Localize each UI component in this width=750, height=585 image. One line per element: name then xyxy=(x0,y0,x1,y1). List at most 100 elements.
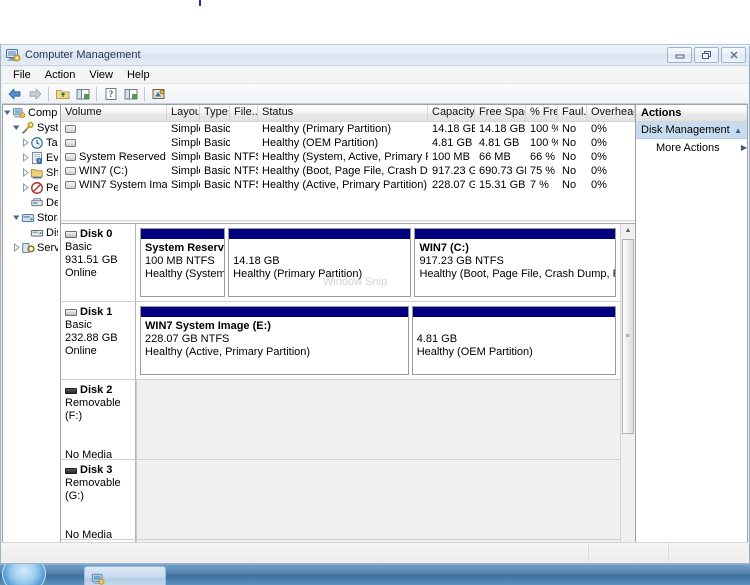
column-header-type[interactable]: Type xyxy=(200,105,230,121)
disk-size: 931.51 GB xyxy=(65,254,118,266)
menu-help[interactable]: Help xyxy=(120,68,157,82)
menu-action[interactable]: Action xyxy=(38,68,83,82)
tree-expand-arrow-open[interactable] xyxy=(12,210,21,225)
volume-row[interactable]: Simple Basic Healthy (OEM Partition) 4.81 G… xyxy=(61,136,635,150)
fixed-disk-icon xyxy=(65,231,77,238)
volume-row[interactable]: System Reserved Simple Basic NTFS Healthy (S… xyxy=(61,150,635,164)
volume-row[interactable]: WIN7 System Image (E:) Simple Basic NTFS Hea… xyxy=(61,178,635,192)
partition-block[interactable]: 14.18 GB Healthy (Primary Partition) xyxy=(228,228,412,297)
volume-cell-free-space: 4.81 GB xyxy=(479,137,520,149)
volume-icon xyxy=(65,181,76,189)
up-folder-icon[interactable] xyxy=(53,85,72,103)
volume-label: WIN7 (C:) xyxy=(79,165,128,177)
tree-item-perfo[interactable]: Perfo xyxy=(3,180,60,195)
volume-cell-overhead: 0% xyxy=(591,151,607,163)
title-bar[interactable]: Computer Management xyxy=(1,45,749,66)
column-header-capacity[interactable]: Capacity xyxy=(428,105,475,121)
tree-expand-arrow-open[interactable] xyxy=(12,120,21,135)
disk-row-disk-0[interactable]: Disk 0Basic931.51 GBOnlineSystem Reserve… xyxy=(61,224,620,302)
tree-item-event[interactable]: iEvent xyxy=(3,150,60,165)
tree-item-devic[interactable]: Devic xyxy=(3,195,60,210)
forward-icon[interactable] xyxy=(25,85,44,103)
tree-item-disk[interactable]: Disk xyxy=(3,225,60,240)
volume-cell-status: Healthy (System, Active, Primary Partiti… xyxy=(262,151,428,163)
column-header-file-[interactable]: File... xyxy=(230,105,258,121)
disk-info-panel[interactable]: Disk 0 Basic 931.51 GB Online xyxy=(61,224,136,301)
disk-state: Online xyxy=(65,267,97,279)
close-button[interactable] xyxy=(721,47,746,63)
toolbar-separator-3 xyxy=(144,86,145,101)
minimize-button[interactable] xyxy=(667,47,692,63)
partition-block[interactable]: 4.81 GB Healthy (OEM Partition) xyxy=(411,306,616,375)
refresh-icon[interactable] xyxy=(149,85,168,103)
column-header-layout[interactable]: Layout xyxy=(167,105,200,121)
disk-row-disk-3[interactable]: Disk 3 Removable (G:) No Media xyxy=(61,460,620,541)
tree-item-share[interactable]: Share xyxy=(3,165,60,180)
back-icon[interactable] xyxy=(5,85,24,103)
column-header--free[interactable]: % Free xyxy=(526,105,558,121)
actions-item-more-actions[interactable]: More Actions ▶ xyxy=(636,139,747,156)
menu-file[interactable]: File xyxy=(6,68,38,82)
scrollbar-track[interactable]: ≡ xyxy=(621,237,636,546)
column-header-free-space[interactable]: Free Space xyxy=(475,105,526,121)
disk-partitions: System Reserved100 MB NTFSHealthy (Syste… xyxy=(136,224,620,301)
maximize-button[interactable] xyxy=(694,47,719,63)
tree-expand-arrow-closed[interactable] xyxy=(21,150,30,165)
show-hide-console-tree-icon[interactable] xyxy=(73,85,92,103)
volume-cell-status: Healthy (OEM Partition) xyxy=(262,137,379,149)
help-icon[interactable]: ? xyxy=(101,85,120,103)
actions-item-label: More Actions xyxy=(656,141,720,154)
column-header-status[interactable]: Status xyxy=(258,105,428,121)
partition-type-bar xyxy=(141,307,408,318)
disk-size xyxy=(65,423,131,436)
column-header-faul-[interactable]: Faul... xyxy=(558,105,587,121)
tree-expand-arrow-closed[interactable] xyxy=(12,240,21,255)
disk-state: Online xyxy=(65,345,97,357)
tree-item-computer[interactable]: Computer xyxy=(3,105,60,120)
disk-name: Disk 1 xyxy=(80,306,113,318)
taskbar-item-computer-management[interactable] xyxy=(84,566,166,585)
start-button[interactable] xyxy=(2,564,46,585)
tree-item-task[interactable]: Task xyxy=(3,135,60,150)
scroll-up-arrow[interactable]: ▲ xyxy=(621,224,636,237)
volume-cell-free-space: 14.18 GB xyxy=(479,123,526,135)
menu-view[interactable]: View xyxy=(82,68,120,82)
tree-item-system[interactable]: System xyxy=(3,120,60,135)
volume-row[interactable]: Simple Basic Healthy (Primary Partition) 14… xyxy=(61,122,635,136)
partition-block[interactable]: WIN7 System Image (E:) 228.07 GB NTFS Heal… xyxy=(140,306,409,375)
toolbar: ? xyxy=(2,84,748,104)
disk-info-panel[interactable]: Disk 2 Removable (F:) No Media xyxy=(61,380,136,461)
disk-info-panel[interactable]: Disk 1 Basic 232.88 GB Online xyxy=(61,302,136,379)
volume-cell-filesystem: NTFS xyxy=(234,151,258,163)
column-header-overhead[interactable]: Overhead xyxy=(587,105,635,121)
disk-kind: Basic xyxy=(65,241,92,253)
partition-block[interactable]: WIN7 (C:) 917.23 GB NTFS Healthy (Boot, Pa… xyxy=(414,228,616,297)
actions-group-disk-management[interactable]: Disk Management ▲ xyxy=(636,122,747,139)
disk-info-panel[interactable]: Disk 3 Removable (G:) No Media xyxy=(61,460,136,541)
graphical-view-scrollbar[interactable]: ▲ ≡ ▼ xyxy=(620,224,635,559)
partition-details: WIN7 (C:) 917.23 GB NTFS Healthy (Boot, Pa… xyxy=(415,240,615,283)
tree-item-label: Event xyxy=(46,151,58,164)
tree-expand-arrow-closed[interactable] xyxy=(21,135,30,150)
tree-expand-arrow-closed[interactable] xyxy=(21,180,30,195)
disk-row-disk-1[interactable]: Disk 1 Basic 232.88 GB Online WIN7 System Im… xyxy=(61,302,620,380)
volume-cell-type: Basic xyxy=(204,151,230,163)
tree-item-label: Task xyxy=(46,136,58,149)
tree-item-services[interactable]: Services xyxy=(3,240,60,255)
disk-title: Disk 1 xyxy=(65,306,131,319)
properties-icon[interactable] xyxy=(121,85,140,103)
tree-item-label: Disk xyxy=(46,226,58,239)
volume-row[interactable]: WIN7 (C:) Simple Basic NTFS Healthy (Boot, P… xyxy=(61,164,635,178)
partition-size: 917.23 GB NTFS xyxy=(419,255,504,267)
chevron-right-icon[interactable]: ▶ xyxy=(741,143,747,152)
tree-expand-arrow-closed[interactable] xyxy=(21,165,30,180)
partition-block[interactable]: System Reserved100 MB NTFSHealthy (Syste… xyxy=(140,228,226,297)
volume-cell-layout: Simple xyxy=(171,123,200,135)
column-header-volume[interactable]: Volume xyxy=(61,105,167,121)
scrollbar-thumb[interactable]: ≡ xyxy=(621,239,634,434)
disk-row-disk-2[interactable]: Disk 2 Removable (F:) No Media xyxy=(61,380,620,461)
chevron-up-icon[interactable]: ▲ xyxy=(734,126,742,135)
partition-status: Healthy (System, A xyxy=(145,268,225,280)
tree-item-storage[interactable]: Storage xyxy=(3,210,60,225)
tree-expand-arrow-open[interactable] xyxy=(3,105,12,120)
